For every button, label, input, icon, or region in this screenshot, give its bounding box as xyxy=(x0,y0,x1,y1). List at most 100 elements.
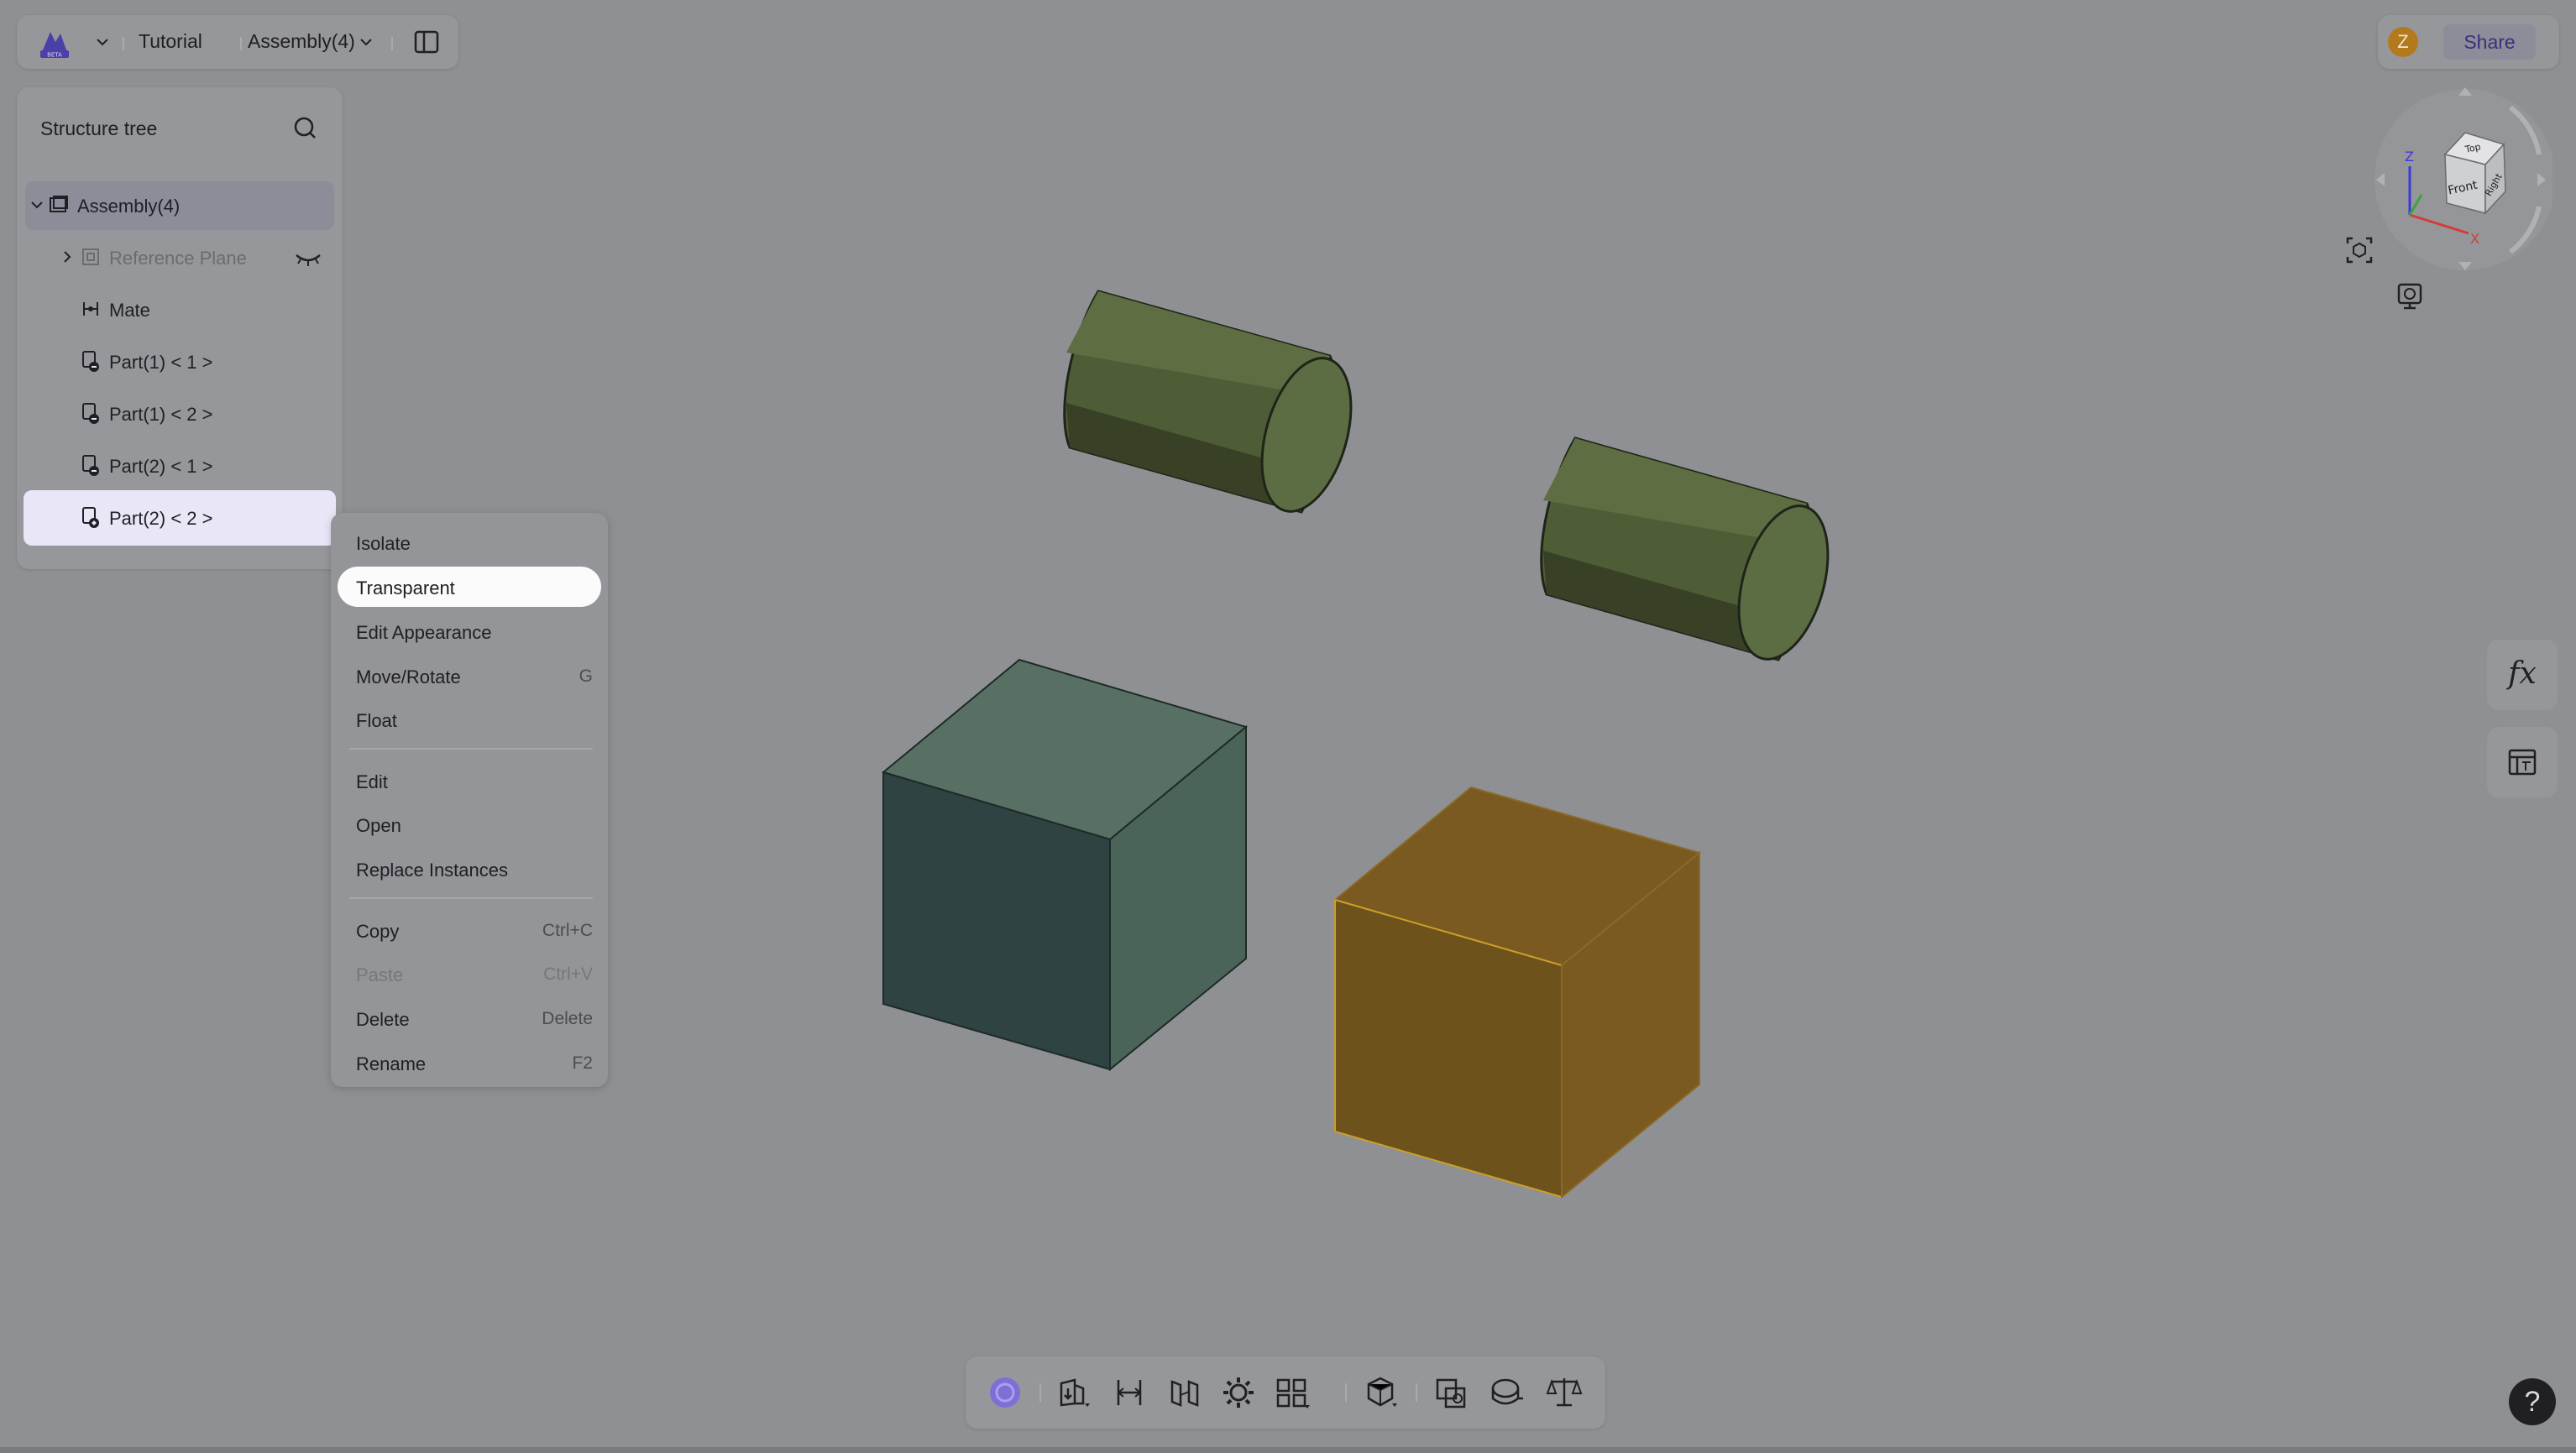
project-link[interactable]: Tutorial xyxy=(139,30,202,53)
cube-faces[interactable]: Top Front Right xyxy=(2443,132,2506,215)
tree-item-label: Part(2) < 1 > xyxy=(109,456,213,477)
sketch-mode-icon[interactable] xyxy=(986,1373,1024,1412)
menu-item-open[interactable]: Open xyxy=(338,804,601,844)
divider xyxy=(240,37,242,50)
structure-tree-title: Structure tree xyxy=(40,118,158,139)
menu-item-replace-instances[interactable]: Replace Instances xyxy=(338,849,601,889)
divider xyxy=(1416,1383,1417,1402)
cube-part-orange[interactable] xyxy=(1333,786,1702,1200)
menu-item-edit-appearance[interactable]: Edit Appearance xyxy=(338,611,601,651)
menu-item-shortcut: F2 xyxy=(572,1053,593,1073)
tree-item-mate[interactable]: Mate xyxy=(25,285,334,334)
structure-tree-panel: Structure tree Assembly(4) Reference Pla… xyxy=(17,87,343,569)
mass-properties-scale-icon[interactable] xyxy=(1545,1373,1584,1412)
top-right-bar: Z Share xyxy=(2378,15,2559,69)
reference-plane-icon xyxy=(82,248,99,265)
menu-item-label: Replace Instances xyxy=(356,860,508,881)
tree-item-label: Assembly(4) xyxy=(77,196,181,217)
share-button[interactable]: Share xyxy=(2443,24,2536,60)
camera-view-icon[interactable] xyxy=(2391,277,2428,314)
menu-item-label: Delete xyxy=(356,1009,410,1030)
tree-item-label: Part(2) < 2 > xyxy=(109,508,213,529)
menu-item-copy[interactable]: Copy Ctrl+C xyxy=(338,910,601,950)
document-name[interactable]: Assembly(4) xyxy=(248,30,355,53)
tree-item-label: Reference Plane xyxy=(109,248,247,269)
display-mode-cube-icon[interactable] xyxy=(1362,1373,1401,1412)
user-avatar[interactable]: Z xyxy=(2388,27,2418,57)
panel-layout-icon[interactable] xyxy=(411,27,442,57)
menu-item-paste: Paste Ctrl+V xyxy=(338,954,601,994)
part-icon xyxy=(82,455,99,476)
menu-item-label: Isolate xyxy=(356,533,411,554)
divider xyxy=(1039,1383,1041,1402)
menu-item-shortcut: Ctrl+V xyxy=(543,964,593,984)
menu-item-rename[interactable]: Rename F2 xyxy=(338,1043,601,1083)
menu-item-label: Paste xyxy=(356,964,404,985)
menu-item-edit[interactable]: Edit xyxy=(338,760,601,801)
menu-item-move-rotate[interactable]: Move/Rotate G xyxy=(338,656,601,696)
formula-panel-button[interactable]: fx xyxy=(2487,640,2558,710)
menu-item-label: Float xyxy=(356,710,397,731)
mechanism-gear-icon[interactable] xyxy=(1219,1373,1258,1412)
help-button[interactable]: ? xyxy=(2509,1378,2556,1425)
chevron-down-icon[interactable] xyxy=(94,34,111,50)
tree-item-part[interactable]: Part(2) < 1 > xyxy=(25,442,334,490)
insert-part-icon[interactable] xyxy=(1055,1373,1093,1412)
cube-part-teal[interactable] xyxy=(881,658,1249,1072)
hidden-eye-icon[interactable] xyxy=(294,247,322,269)
part-icon xyxy=(82,351,99,372)
bottom-toolbar xyxy=(966,1356,1605,1429)
chevron-down-icon[interactable] xyxy=(358,34,374,50)
menu-item-label: Rename xyxy=(356,1053,427,1074)
menu-item-shortcut: Delete xyxy=(542,1009,593,1028)
z-axis-label: Z xyxy=(2405,149,2414,165)
pattern-tool-icon[interactable] xyxy=(1165,1373,1204,1412)
menu-item-shortcut: G xyxy=(579,666,593,686)
context-menu: Isolate Transparent Edit Appearance Move… xyxy=(331,513,608,1087)
fit-view-icon[interactable] xyxy=(2341,232,2378,269)
mate-tool-icon[interactable] xyxy=(1110,1373,1149,1412)
tree-item-label: Part(1) < 1 > xyxy=(109,352,213,373)
view-cube[interactable]: Top Front Right Z X xyxy=(2368,84,2552,277)
menu-item-transparent[interactable]: Transparent xyxy=(338,567,601,607)
part-icon xyxy=(82,507,99,528)
cylinder-part-2[interactable] xyxy=(1540,436,1844,670)
part-icon xyxy=(82,403,99,424)
divider xyxy=(123,37,124,50)
tree-item-assembly[interactable]: Assembly(4) xyxy=(25,181,334,230)
tree-item-part[interactable]: Part(1) < 2 > xyxy=(25,389,334,438)
chevron-right-icon[interactable] xyxy=(59,248,76,265)
divider xyxy=(1345,1383,1347,1402)
menu-item-label: Copy xyxy=(356,921,400,942)
menu-divider xyxy=(349,897,593,899)
menu-item-label: Open xyxy=(356,815,401,836)
menu-item-delete[interactable]: Delete Delete xyxy=(338,998,601,1038)
tree-item-label: Mate xyxy=(109,300,150,321)
cylinder-part-1[interactable] xyxy=(1063,290,1367,522)
fx-icon: fx xyxy=(2508,656,2537,691)
menu-divider xyxy=(349,748,593,750)
x-axis-label: X xyxy=(2470,231,2479,247)
measure-tape-icon[interactable] xyxy=(1488,1373,1526,1412)
divider xyxy=(391,37,393,50)
search-icon[interactable] xyxy=(291,114,319,143)
menu-item-isolate[interactable]: Isolate xyxy=(338,522,601,562)
status-strip xyxy=(0,1447,2576,1453)
logo-badge: BETA xyxy=(47,52,62,59)
tree-item-part-selected[interactable]: Part(2) < 2 > xyxy=(24,490,336,546)
menu-item-label: Transparent xyxy=(356,578,455,598)
mate-icon xyxy=(83,302,98,316)
tree-item-reference-plane[interactable]: Reference Plane xyxy=(25,233,334,282)
tree-item-label: Part(1) < 2 > xyxy=(109,404,213,425)
chevron-down-icon[interactable] xyxy=(29,196,45,213)
table-icon xyxy=(2508,749,2537,776)
table-panel-button[interactable] xyxy=(2487,727,2558,797)
menu-item-float[interactable]: Float xyxy=(338,699,601,740)
tree-item-part[interactable]: Part(1) < 1 > xyxy=(25,337,334,386)
section-view-icon[interactable] xyxy=(1432,1373,1471,1412)
menu-item-label: Edit Appearance xyxy=(356,622,492,643)
top-bar: BETA Tutorial Assembly(4) xyxy=(17,15,458,69)
app-logo-icon[interactable]: BETA xyxy=(37,25,72,60)
menu-item-label: Edit xyxy=(356,771,388,792)
arrange-parts-icon[interactable] xyxy=(1273,1373,1312,1412)
